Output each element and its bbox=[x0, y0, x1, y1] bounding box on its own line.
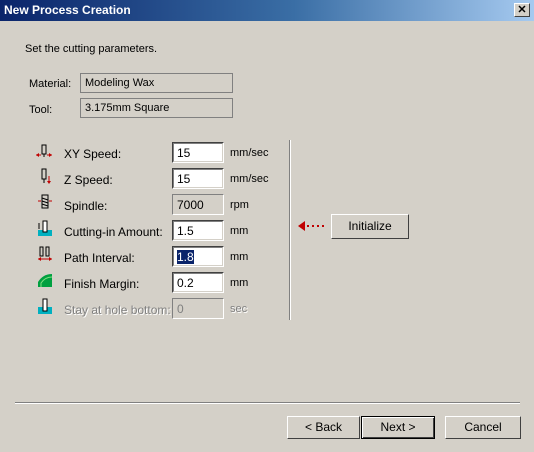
xy-speed-label: XY Speed: bbox=[64, 147, 122, 161]
path-interval-label: Path Interval: bbox=[64, 251, 135, 265]
finish-margin-unit: mm bbox=[230, 277, 249, 289]
stay-hole-input: 0 bbox=[172, 298, 224, 319]
path-interval-input[interactable]: 1.8 bbox=[172, 246, 224, 267]
finish-margin-icon bbox=[38, 274, 53, 287]
spindle-label: Spindle: bbox=[64, 199, 108, 213]
arrow-left-icon bbox=[298, 221, 325, 231]
cancel-button[interactable]: Cancel bbox=[445, 416, 521, 439]
material-field: Modeling Wax bbox=[80, 73, 233, 93]
finish-margin-label: Finish Margin: bbox=[64, 277, 140, 291]
path-interval-selected-text: 1.8 bbox=[177, 250, 194, 264]
back-button[interactable]: < Back bbox=[287, 416, 360, 439]
window-title: New Process Creation bbox=[4, 3, 131, 17]
z-speed-label: Z Speed: bbox=[64, 173, 113, 187]
vertical-separator bbox=[289, 140, 291, 320]
xy-speed-input[interactable]: 15 bbox=[172, 142, 224, 163]
stay-hole-icon bbox=[38, 298, 52, 314]
xy-speed-unit: mm/sec bbox=[230, 147, 269, 159]
z-speed-icon bbox=[41, 168, 51, 184]
path-interval-unit: mm bbox=[230, 251, 249, 263]
title-bar[interactable]: New Process Creation ✕ bbox=[0, 0, 534, 21]
z-speed-unit: mm/sec bbox=[230, 173, 269, 185]
spindle-unit: rpm bbox=[230, 199, 249, 211]
cutting-in-icon bbox=[38, 220, 52, 236]
next-button[interactable]: Next > bbox=[361, 416, 435, 439]
xy-speed-icon bbox=[36, 144, 52, 157]
stay-hole-unit: sec bbox=[230, 303, 248, 315]
stay-hole-label: Stay at hole bottom: bbox=[64, 303, 171, 317]
path-interval-icon bbox=[38, 246, 52, 261]
dialog-window: New Process Creation ✕ Set the cutting p… bbox=[0, 0, 534, 452]
initialize-button[interactable]: Initialize bbox=[331, 214, 409, 239]
cutting-in-label: Cutting-in Amount: bbox=[64, 225, 163, 239]
tool-label: Tool: bbox=[29, 104, 53, 116]
close-button[interactable]: ✕ bbox=[514, 3, 530, 17]
footer-separator bbox=[15, 402, 520, 404]
spindle-icon bbox=[38, 194, 52, 209]
material-label: Material: bbox=[29, 78, 72, 90]
cutting-in-unit: mm bbox=[230, 225, 249, 237]
finish-margin-input[interactable]: 0.2 bbox=[172, 272, 224, 293]
z-speed-input[interactable]: 15 bbox=[172, 168, 224, 189]
tool-field: 3.175mm Square bbox=[80, 98, 233, 118]
spindle-input: 7000 bbox=[172, 194, 224, 215]
cutting-in-input[interactable]: 1.5 bbox=[172, 220, 224, 241]
instruction-text: Set the cutting parameters. bbox=[25, 43, 158, 55]
